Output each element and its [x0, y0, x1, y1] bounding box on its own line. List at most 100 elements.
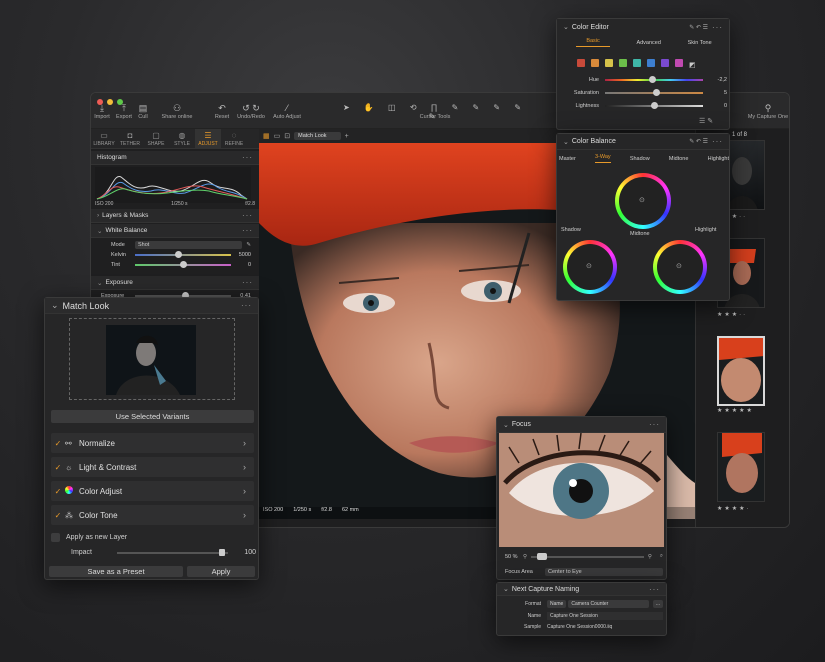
my-capture-one-button[interactable]: ⚲ My Capture One	[745, 103, 789, 120]
tab-shape[interactable]: ▢ SHAPE	[143, 129, 169, 148]
checkmark-icon[interactable]: ✓	[51, 511, 65, 520]
match-look-select[interactable]: Match Look	[294, 132, 341, 140]
cursor-tools-icons[interactable]: ➤ ✋ ◫ ⟲ ∏ ✎ ✎ ✎ ✎ ✎	[335, 103, 535, 121]
auto-adjust-button[interactable]: ⁄ Auto Adjust	[271, 103, 303, 120]
checkmark-icon[interactable]: ✓	[51, 463, 65, 472]
cull-button[interactable]: ▤ Cull	[135, 103, 151, 120]
wb-mode-select[interactable]: Shot	[135, 241, 243, 249]
color-balance-header[interactable]: ⌄ Color Balance ✎ ↶ ☰ ···	[557, 134, 729, 150]
normalize-item[interactable]: ✓ ⚯ Normalize ›	[51, 433, 254, 453]
chevron-right-icon[interactable]: ›	[243, 438, 246, 448]
swatch-green[interactable]	[619, 59, 627, 67]
saturation-slider[interactable]	[605, 89, 703, 96]
apply-button[interactable]: Apply	[187, 566, 255, 577]
color-editor-tools-icons[interactable]: ☰ ✎	[699, 117, 713, 125]
rating-stars[interactable]: ★★★★·	[717, 505, 751, 512]
highlight-color-wheel[interactable]: ⊙	[653, 240, 707, 294]
chevron-right-icon[interactable]: ›	[243, 486, 246, 496]
zoom-in-icon[interactable]: ⚲	[648, 554, 652, 560]
apply-layer-checkbox[interactable]	[51, 533, 60, 542]
more-icon[interactable]: ···	[649, 420, 660, 429]
swatch-red[interactable]	[577, 59, 585, 67]
tab-style[interactable]: ◍ STYLE	[169, 129, 195, 148]
tab-basic[interactable]: Basic	[576, 38, 610, 47]
thumbnail-selected[interactable]	[717, 336, 765, 406]
panel-tools-icons[interactable]: ✎ ↶ ☰	[689, 138, 708, 145]
more-icon[interactable]: ···	[712, 137, 723, 146]
save-as-preset-button[interactable]: Save as a Preset	[49, 566, 183, 577]
tab-highlight[interactable]: Highlight	[708, 156, 729, 162]
more-icon[interactable]: ···	[241, 301, 252, 310]
swatch-cyan[interactable]	[633, 59, 641, 67]
more-icon[interactable]: ···	[649, 585, 660, 594]
impact-slider[interactable]	[117, 548, 228, 556]
tab-midtone[interactable]: Midtone	[669, 156, 689, 162]
tab-adjust[interactable]: ☰ ADJUST	[195, 129, 221, 148]
add-icon[interactable]: +	[345, 133, 349, 140]
tab-master[interactable]: Master	[559, 156, 576, 162]
white-balance-header[interactable]: ⌄ White Balance ···	[91, 224, 259, 238]
format-more-button[interactable]: ...	[652, 600, 663, 608]
tint-slider[interactable]	[135, 261, 231, 268]
shadow-color-wheel[interactable]: ⊙	[563, 240, 617, 294]
tab-3-way[interactable]: 3-Way	[594, 154, 611, 163]
eyedropper-icon[interactable]: ✎	[246, 242, 251, 248]
format-token-name[interactable]: Name	[547, 600, 567, 608]
histogram-header[interactable]: Histogram ···	[91, 151, 259, 165]
focus-header[interactable]: ⌄ Focus ···	[497, 417, 666, 433]
search-icon[interactable]: ⌕	[660, 553, 663, 560]
thumbnail[interactable]	[717, 432, 765, 502]
panel-tools-icons[interactable]: ✎ ↶ ☰	[689, 24, 708, 31]
import-button[interactable]: ⤓ Import	[91, 103, 113, 120]
zoom-out-icon[interactable]: ⚲	[523, 554, 527, 560]
reference-image-dropzone[interactable]	[69, 318, 235, 400]
kelvin-slider[interactable]	[135, 251, 231, 258]
swatch-magenta[interactable]	[675, 59, 683, 67]
tab-skin-tone[interactable]: Skin Tone	[688, 40, 712, 46]
focus-area-select[interactable]: Center to Eye	[545, 568, 663, 576]
format-token-counter[interactable]: Camera Counter	[568, 600, 649, 608]
lightness-slider[interactable]	[605, 102, 703, 109]
checkmark-icon[interactable]: ✓	[51, 487, 65, 496]
use-selected-variants-button[interactable]: Use Selected Variants	[51, 410, 254, 423]
exposure-header[interactable]: ⌄ Exposure ···	[91, 276, 259, 290]
more-icon[interactable]: ···	[242, 211, 253, 220]
more-icon[interactable]: ···	[242, 278, 253, 287]
light-contrast-item[interactable]: ✓ ☼ Light & Contrast ›	[51, 457, 254, 477]
match-look-header[interactable]: ⌄ Match Look ···	[45, 298, 258, 314]
single-view-icon[interactable]: ▭	[274, 132, 281, 140]
more-icon[interactable]: ···	[712, 23, 723, 32]
tab-tether[interactable]: ◘ TETHER	[117, 129, 143, 148]
color-adjust-item[interactable]: ✓ Color Adjust ›	[51, 481, 254, 501]
reset-button[interactable]: ↶ Reset	[211, 103, 233, 120]
focus-zoom-slider[interactable]	[531, 552, 644, 560]
undo-redo-button[interactable]: ↺ ↻ Undo/Redo	[235, 103, 267, 120]
color-editor-header[interactable]: ⌄ Color Editor ✎ ↶ ☰ ···	[557, 19, 729, 35]
share-online-button[interactable]: ⚇ Share online	[159, 103, 195, 120]
master-color-wheel[interactable]: ⊙	[615, 173, 671, 229]
export-button[interactable]: ⤒ Export	[113, 103, 135, 120]
naming-header[interactable]: ⌄ Next Capture Naming ···	[497, 583, 666, 596]
name-field[interactable]: Capture One Session	[547, 612, 663, 620]
tab-advanced[interactable]: Advanced	[636, 40, 660, 46]
chevron-right-icon[interactable]: ›	[243, 462, 246, 472]
rating-stars[interactable]: ★★★★★	[717, 407, 754, 414]
swatch-purple[interactable]	[661, 59, 669, 67]
more-icon[interactable]: ···	[242, 226, 253, 235]
color-tone-item[interactable]: ✓ ⁂ Color Tone ›	[51, 505, 254, 525]
grid-view-icon[interactable]: ▦	[263, 132, 270, 140]
hue-slider[interactable]	[605, 76, 703, 83]
tab-refine[interactable]: ◌ REFINE	[221, 129, 247, 148]
layers-header[interactable]: › Layers & Masks ···	[91, 209, 259, 223]
rating-stars[interactable]: ★★★··	[717, 311, 747, 318]
swatch-orange[interactable]	[591, 59, 599, 67]
checkmark-icon[interactable]: ✓	[51, 439, 65, 448]
swatch-yellow[interactable]	[605, 59, 613, 67]
more-icon[interactable]: ···	[242, 153, 253, 162]
compare-view-icon[interactable]: ⊡	[284, 132, 290, 140]
tab-library[interactable]: ▭ LIBRARY	[91, 129, 117, 148]
chevron-right-icon[interactable]: ›	[243, 510, 246, 520]
color-picker-icon[interactable]: ◩	[689, 62, 696, 69]
tab-shadow[interactable]: Shadow	[630, 156, 650, 162]
swatch-blue[interactable]	[647, 59, 655, 67]
